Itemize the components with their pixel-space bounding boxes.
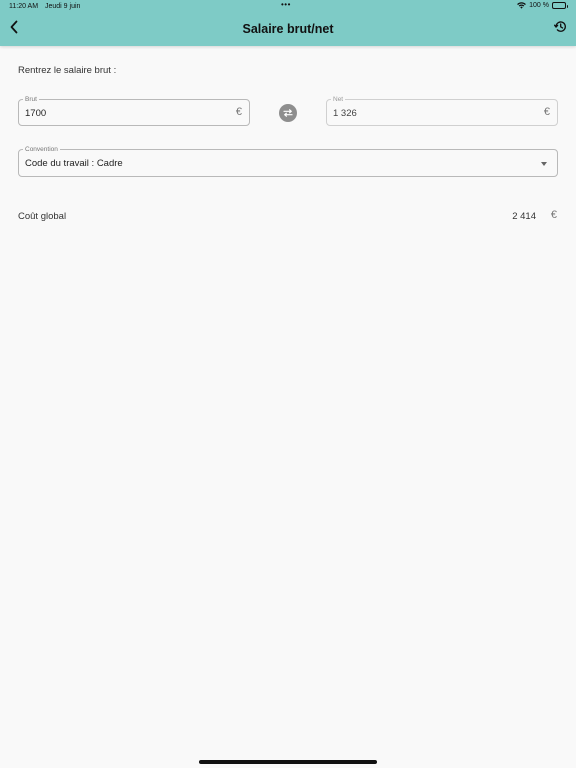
status-bar: 11:20 AM Jeudi 9 juin ••• 100 % [0, 0, 576, 13]
page-title: Salaire brut/net [242, 22, 334, 36]
dropdown-caret-icon [541, 162, 547, 166]
euro-icon: € [550, 209, 557, 221]
instruction-text: Rentrez le salaire brut : [18, 65, 117, 76]
status-time: 11:20 AM [9, 3, 39, 10]
net-field[interactable]: Net 1 326 € [326, 95, 558, 126]
convention-value: Code du travail : Cadre [25, 158, 123, 169]
convention-select[interactable]: Convention Code du travail : Cadre [18, 145, 558, 177]
euro-icon: € [543, 106, 550, 118]
wifi-icon [517, 2, 527, 9]
status-right: 100 % [517, 2, 568, 9]
net-value[interactable]: 1 326 [333, 108, 357, 119]
brut-value[interactable]: 1700 [25, 108, 46, 119]
euro-icon: € [235, 106, 242, 118]
swap-arrows-icon [283, 104, 293, 122]
brut-field[interactable]: Brut 1700 € [18, 95, 250, 126]
battery-icon [552, 2, 568, 9]
cout-global-value: 2 414 [512, 211, 536, 222]
multitasking-dots[interactable]: ••• [281, 0, 291, 9]
history-button[interactable] [552, 21, 568, 37]
convention-label: Convention [23, 145, 60, 154]
home-indicator[interactable] [199, 760, 377, 764]
brut-label: Brut [23, 95, 39, 104]
cout-global-label: Coût global [18, 211, 67, 222]
app-header: 11:20 AM Jeudi 9 juin ••• 100 % Salaire … [0, 0, 576, 46]
status-date: Jeudi 9 juin [45, 3, 81, 10]
battery-percent: 100 % [529, 2, 549, 9]
swap-button[interactable] [279, 104, 297, 122]
net-label: Net [331, 95, 346, 104]
history-icon [553, 20, 567, 38]
